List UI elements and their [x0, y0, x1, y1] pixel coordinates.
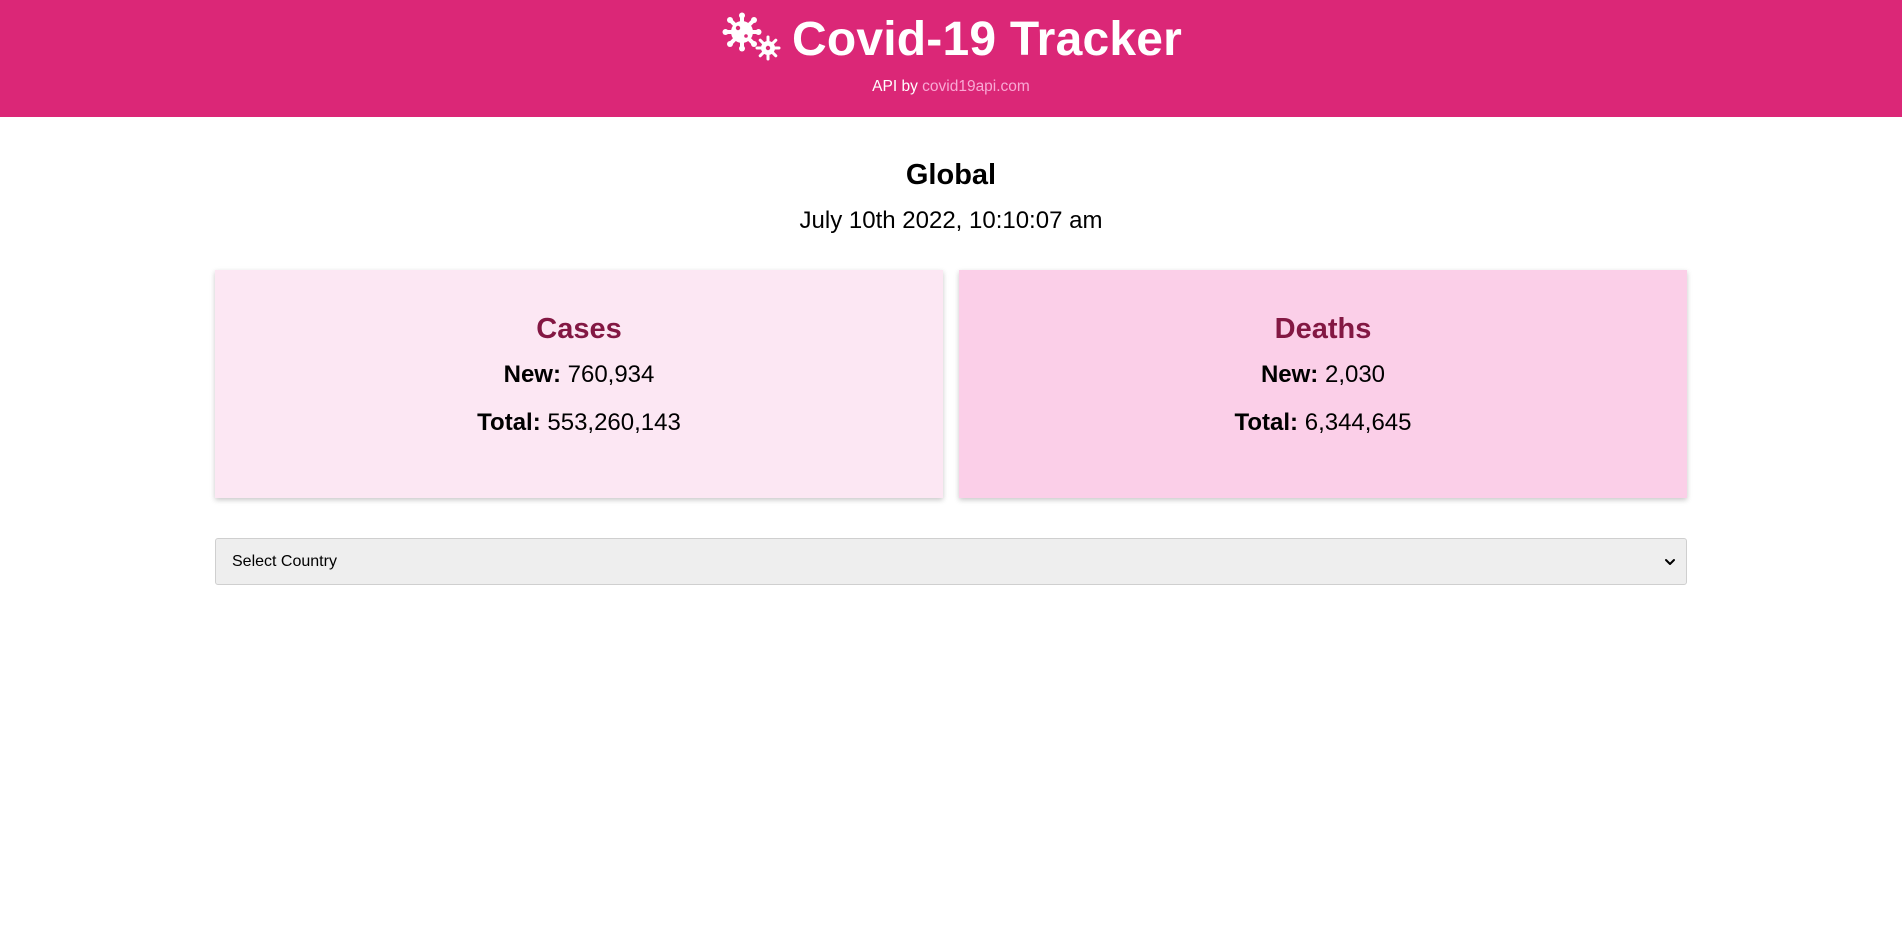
deaths-total-label: Total: — [1234, 409, 1299, 436]
deaths-total-line: Total: 6,344,645 — [959, 408, 1687, 438]
deaths-card-title: Deaths — [1274, 313, 1372, 345]
stats-row: Cases New: 760,934 Total: 553,260,143 De… — [215, 270, 1687, 498]
deaths-new-value: 2,030 — [1324, 361, 1386, 388]
country-select-value: Select Country — [232, 552, 337, 570]
cases-new-value: 760,934 — [567, 361, 655, 388]
cases-total-line: Total: 553,260,143 — [215, 408, 943, 438]
cases-card: Cases New: 760,934 Total: 553,260,143 — [215, 270, 943, 498]
chevron-down-icon — [1665, 558, 1675, 565]
deaths-card: Deaths New: 2,030 Total: 6,344,645 — [959, 270, 1687, 498]
virus-logo-icon — [722, 12, 781, 61]
country-select-wrapper: Select Country — [215, 538, 1687, 585]
main-content: Global July 10th 2022, 10:10:07 am Cases… — [215, 157, 1687, 585]
cases-new-label: New: — [503, 361, 561, 388]
cases-new-line: New: 760,934 — [215, 360, 943, 390]
title-row: Covid-19 Tracker — [0, 12, 1902, 68]
region-title: Global — [905, 159, 997, 191]
deaths-total-value: 6,344,645 — [1304, 409, 1412, 436]
cases-card-title: Cases — [536, 313, 622, 345]
deaths-new-label: New: — [1260, 361, 1319, 388]
app-title: Covid-19 Tracker — [791, 13, 1183, 66]
api-credit-prefix: API by — [872, 78, 918, 95]
cases-total-label: Total: — [477, 409, 541, 436]
deaths-new-line: New: 2,030 — [959, 360, 1687, 390]
api-source-link[interactable]: covid19api.com — [922, 78, 1030, 95]
cases-total-value: 553,260,143 — [547, 409, 681, 436]
app-header: Covid-19 Tracker API by covid19api.com — [0, 0, 1902, 117]
updated-timestamp: July 10th 2022, 10:10:07 am — [799, 207, 1103, 234]
country-select[interactable]: Select Country — [215, 538, 1687, 585]
api-credit: API by covid19api.com — [0, 77, 1902, 97]
